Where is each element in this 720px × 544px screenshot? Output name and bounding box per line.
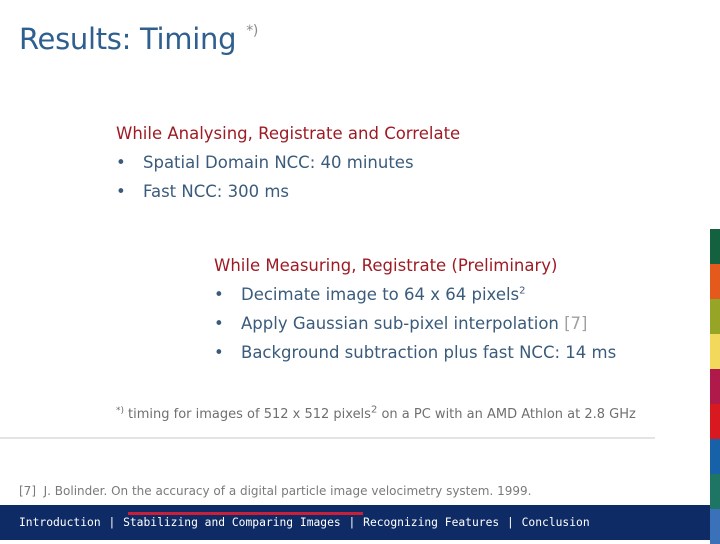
nav-recognizing-features[interactable]: Recognizing Features (363, 516, 499, 529)
bullet-icon: • (214, 285, 224, 304)
measuring-section: While Measuring, Registrate (Preliminary… (214, 251, 616, 367)
color-segment (710, 299, 720, 334)
color-segment (710, 474, 720, 509)
citation-link[interactable]: [7] (564, 314, 587, 333)
bullet-icon: • (116, 182, 126, 201)
analysing-heading: While Analysing, Registrate and Correlat… (116, 124, 461, 143)
color-segment (710, 229, 720, 264)
list-item-text: Apply Gaussian sub-pixel interpolation [… (241, 309, 588, 338)
timing-footnote: *) timing for images of 512 x 512 pixels2… (116, 405, 636, 422)
list-item-body: Decimate image to 64 x 64 pixels (241, 285, 520, 304)
color-segment (710, 369, 720, 404)
superscript: 2 (519, 285, 526, 297)
nav-separator: | (108, 516, 116, 529)
list-item: • Decimate image to 64 x 64 pixels2 (214, 280, 616, 309)
list-item-text: Fast NCC: 300 ms (143, 182, 289, 201)
title-footnote-mark: *) (246, 23, 259, 39)
nav-separator: | (348, 516, 356, 529)
color-segment (710, 509, 720, 544)
list-item-text: Decimate image to 64 x 64 pixels2 (241, 280, 526, 309)
page-title: Results: Timing *) (19, 22, 258, 56)
color-segment (710, 439, 720, 474)
divider (0, 437, 655, 439)
footnote-mark: *) (116, 406, 125, 416)
nav-conclusion[interactable]: Conclusion (522, 516, 590, 529)
list-item: • Spatial Domain NCC: 40 minutes (116, 148, 460, 177)
reference-citation: [7] J. Bolinder. On the accuracy of a di… (19, 484, 532, 498)
list-item: • Fast NCC: 300 ms (116, 177, 460, 206)
list-item-body: Apply Gaussian sub-pixel interpolation (241, 314, 565, 333)
nav-stabilizing-and-comparing-images[interactable]: Stabilizing and Comparing Images (123, 516, 341, 529)
footnote-text-before: timing for images of 512 x 512 pixels (128, 407, 371, 422)
list-item-text: Spatial Domain NCC: 40 minutes (143, 153, 414, 172)
bullet-icon: • (214, 343, 224, 362)
decorative-color-bar (710, 229, 720, 544)
analysing-section: While Analysing, Registrate and Correlat… (116, 119, 460, 206)
list-item: • Apply Gaussian sub-pixel interpolation… (214, 309, 616, 338)
bullet-icon: • (214, 314, 224, 333)
page-title-text: Results: Timing (19, 22, 237, 56)
color-segment (710, 404, 720, 439)
section-navigation: Introduction | Stabilizing and Comparing… (19, 516, 590, 529)
color-segment (710, 334, 720, 369)
list-item-text: Background subtraction plus fast NCC: 14… (241, 343, 617, 362)
color-segment (710, 264, 720, 299)
bullet-icon: • (116, 153, 126, 172)
active-section-indicator (128, 512, 363, 515)
measuring-heading: While Measuring, Registrate (Preliminary… (214, 256, 558, 275)
nav-separator: | (507, 516, 514, 529)
footnote-text-after: on a PC with an AMD Athlon at 2.8 GHz (377, 407, 636, 422)
nav-introduction[interactable]: Introduction (19, 516, 101, 529)
list-item: • Background subtraction plus fast NCC: … (214, 338, 616, 367)
